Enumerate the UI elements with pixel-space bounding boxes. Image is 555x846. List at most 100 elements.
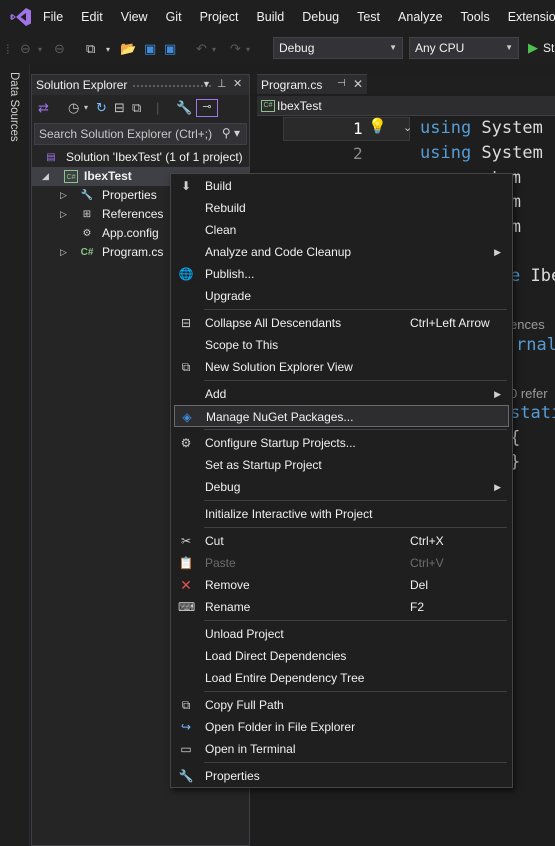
menu-item-remove[interactable]: ✕ Remove Del (174, 574, 509, 596)
menu-item-label: Rename (205, 600, 251, 614)
undo-icon[interactable]: ↶ (196, 39, 207, 59)
solution-platform-dropdown[interactable]: Any CPU ▼ (409, 37, 519, 59)
wrench-properties-icon[interactable]: 🔧 (176, 100, 192, 116)
menu-tools[interactable]: Tools (452, 0, 499, 34)
filter-dropdown-icon[interactable]: ▾ (84, 103, 88, 112)
preview-selected-items-icon[interactable]: ⊸ (196, 99, 218, 117)
menu-item-publish[interactable]: 🌐 Publish... (174, 263, 509, 285)
menu-item-cut[interactable]: ✂ Cut Ctrl+X (174, 530, 509, 552)
collapsed-chevron-icon[interactable]: ▷ (60, 186, 67, 205)
menu-test[interactable]: Test (348, 0, 389, 34)
project-context-menu: ⬇ Build Rebuild Clean Analyze and Code C… (170, 173, 513, 788)
gear-icon: ⚙ (180, 436, 192, 450)
collapsed-chevron-icon[interactable]: ▷ (60, 243, 67, 262)
window-position-dropdown-icon[interactable]: ▼ (202, 79, 211, 89)
tree-item-label: Properties (102, 188, 157, 202)
navigate-back-icon[interactable]: ⊖ (20, 39, 31, 59)
menu-item-scope-to-this[interactable]: Scope to This (174, 334, 509, 356)
menu-item-unload-project[interactable]: Unload Project (174, 623, 509, 645)
new-project-icon[interactable]: ⧉ (86, 39, 95, 59)
menu-item-load-dep-tree[interactable]: Load Entire Dependency Tree (174, 667, 509, 689)
menu-build[interactable]: Build (247, 0, 293, 34)
menu-extensions[interactable]: Extensions (499, 0, 555, 34)
menu-item-load-direct-deps[interactable]: Load Direct Dependencies (174, 645, 509, 667)
menu-project[interactable]: Project (191, 0, 248, 34)
menu-git[interactable]: Git (157, 0, 191, 34)
shortcut-label: Ctrl+V (410, 556, 444, 570)
menu-edit[interactable]: Edit (72, 0, 112, 34)
open-folder-icon[interactable]: 📂 (120, 39, 136, 59)
save-all-icon[interactable]: ▣ (164, 39, 176, 59)
tree-item-label: Program.cs (102, 245, 164, 259)
solution-configuration-dropdown[interactable]: Debug ▼ (273, 37, 403, 59)
menu-item-open-terminal[interactable]: ▭ Open in Terminal (174, 738, 509, 760)
menu-item-paste[interactable]: 📋 Paste Ctrl+V (174, 552, 509, 574)
menu-item-label: Scope to This (205, 338, 279, 352)
undo-dropdown-icon[interactable]: ▾ (212, 39, 216, 59)
menu-debug[interactable]: Debug (293, 0, 348, 34)
titlebar-grip[interactable] (132, 84, 212, 88)
close-icon[interactable]: ✕ (233, 77, 242, 90)
menu-item-copy-full-path[interactable]: ⧉ Copy Full Path (174, 694, 509, 716)
menu-item-clean[interactable]: Clean (174, 219, 509, 241)
menu-item-initialize-interactive[interactable]: Initialize Interactive with Project (174, 503, 509, 525)
pin-tab-icon[interactable]: ⊣ (337, 78, 346, 89)
lightbulb-icon[interactable]: 💡 (368, 117, 387, 135)
menu-item-set-startup[interactable]: Set as Startup Project (174, 454, 509, 476)
menu-item-label: Manage NuGet Packages... (206, 410, 354, 424)
menu-item-analyze[interactable]: Analyze and Code Cleanup ▶ (174, 241, 509, 263)
start-button[interactable]: ▶ St (528, 39, 554, 57)
show-all-files-icon[interactable]: ⧉ (132, 100, 141, 116)
new-project-dropdown-icon[interactable]: ▾ (106, 39, 110, 59)
switch-views-icon[interactable]: ⇄ (38, 100, 49, 116)
menu-item-rename[interactable]: ⌨ Rename F2 (174, 596, 509, 618)
fold-collapse-icon[interactable]: ⌄ (403, 121, 412, 134)
menu-item-build[interactable]: ⬇ Build (174, 175, 509, 197)
menu-item-properties[interactable]: 🔧 Properties (174, 765, 509, 787)
navigate-forward-icon[interactable]: ⊖ (54, 39, 65, 59)
redo-dropdown-icon[interactable]: ▾ (246, 39, 250, 59)
code-keyword: using (420, 118, 472, 138)
shortcut-label: F2 (410, 600, 425, 614)
data-sources-tab[interactable]: Data Sources (8, 72, 20, 142)
menu-item-label: Upgrade (205, 289, 252, 303)
project-dropdown[interactable]: IbexTest (277, 99, 322, 113)
tab-program-cs[interactable]: Program.cs ⊣ ✕ (257, 74, 367, 94)
menu-item-open-folder[interactable]: ↪ Open Folder in File Explorer (174, 716, 509, 738)
terminal-icon: ▭ (180, 742, 192, 756)
search-icon[interactable]: ⚲ ▾ (222, 126, 240, 140)
globe-icon: 🌐 (178, 267, 194, 281)
sync-with-active-document-icon[interactable]: ↻ (96, 100, 107, 116)
menu-item-debug[interactable]: Debug ▶ (174, 476, 509, 498)
menu-item-label: Paste (205, 556, 236, 570)
menu-item-label: Publish... (205, 267, 255, 281)
code-lens[interactable]: 0 refer (510, 386, 548, 401)
wrench-icon: 🔧 (80, 190, 94, 201)
close-tab-icon[interactable]: ✕ (353, 77, 363, 91)
menu-item-upgrade[interactable]: Upgrade (174, 285, 509, 307)
collapsed-chevron-icon[interactable]: ▷ (60, 205, 67, 224)
pending-changes-filter-icon[interactable]: ◷ (68, 100, 79, 116)
collapse-all-icon[interactable]: ⊟ (114, 100, 125, 116)
menu-file[interactable]: File (34, 0, 72, 34)
menu-item-configure-startup[interactable]: ⚙ Configure Startup Projects... (174, 432, 509, 454)
menu-item-rebuild[interactable]: Rebuild (174, 197, 509, 219)
csharp-project-icon: C# (261, 100, 275, 112)
solution-explorer-search-input[interactable]: Search Solution Explorer (Ctrl+;) ⚲ ▾ (34, 123, 247, 145)
menu-item-label: Unload Project (205, 627, 284, 641)
toolbar-separator: | (156, 100, 160, 115)
visual-studio-logo-icon[interactable] (10, 7, 32, 27)
code-lens[interactable]: ences (510, 317, 545, 332)
navigate-back-dropdown-icon[interactable]: ▾ (38, 39, 42, 59)
pin-icon[interactable]: ⊥ (217, 77, 227, 90)
tree-item-solution[interactable]: ▤ Solution 'IbexTest' (1 of 1 project) (32, 148, 249, 167)
menu-item-collapse-all[interactable]: ⊟ Collapse All Descendants Ctrl+Left Arr… (174, 312, 509, 334)
menu-item-manage-nuget[interactable]: ◈ Manage NuGet Packages... (174, 405, 509, 427)
save-icon[interactable]: ▣ (144, 39, 156, 59)
menu-item-new-view[interactable]: ⧉ New Solution Explorer View (174, 356, 509, 378)
menu-view[interactable]: View (112, 0, 157, 34)
menu-item-add[interactable]: Add ▶ (174, 383, 509, 405)
redo-icon[interactable]: ↷ (230, 39, 241, 59)
menu-analyze[interactable]: Analyze (389, 0, 451, 34)
expanded-chevron-icon[interactable]: ◢ (42, 167, 49, 186)
